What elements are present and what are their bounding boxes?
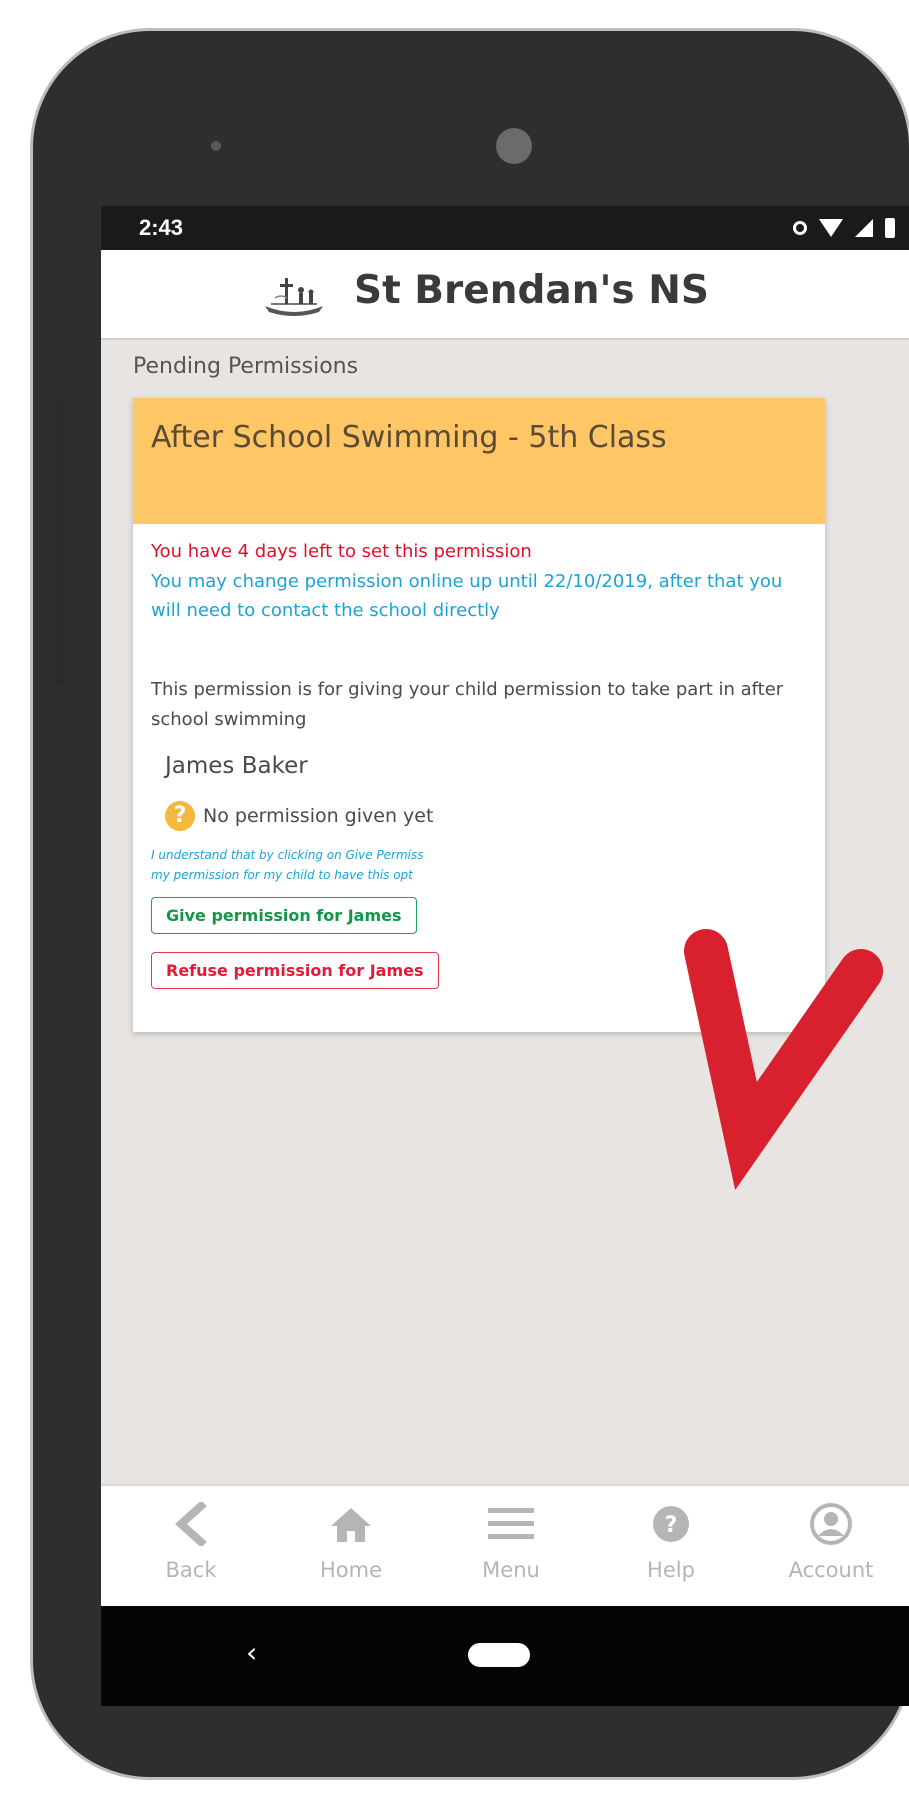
menu-icon bbox=[488, 1508, 534, 1539]
change-notice: You may change permission online up unti… bbox=[151, 571, 783, 621]
section-heading: Pending Permissions bbox=[133, 354, 359, 379]
system-back-icon[interactable]: ‹ bbox=[246, 1636, 257, 1669]
question-icon: ? bbox=[165, 801, 195, 831]
back-chevron-icon bbox=[175, 1502, 207, 1546]
signal-icon bbox=[855, 219, 873, 237]
nav-help[interactable]: ? Help bbox=[601, 1498, 741, 1582]
account-icon bbox=[810, 1503, 852, 1545]
agreement-line-2: my permission for my child to have this … bbox=[151, 868, 413, 882]
sync-icon bbox=[793, 221, 807, 235]
status-time: 2:43 bbox=[139, 215, 184, 240]
nav-account-label: Account bbox=[788, 1558, 874, 1582]
system-navigation-bar: ‹ bbox=[101, 1606, 909, 1706]
bottom-navigation: Back Home Menu ? Help Account bbox=[101, 1484, 909, 1608]
school-logo-icon bbox=[265, 278, 323, 316]
nav-home[interactable]: Home bbox=[281, 1498, 421, 1582]
nav-home-label: Home bbox=[319, 1558, 382, 1582]
nav-back-label: Back bbox=[165, 1558, 217, 1582]
home-icon bbox=[331, 1508, 371, 1542]
phone-frame: 2:43 St Brendan's NS Pending Permissions… bbox=[30, 28, 909, 1780]
app-header: St Brendan's NS bbox=[101, 250, 909, 340]
red-arrow-annotation bbox=[684, 929, 883, 1191]
system-home-pill[interactable] bbox=[468, 1643, 530, 1667]
permission-description: This permission is for giving your child… bbox=[151, 679, 784, 730]
phone-sensor-dot bbox=[211, 141, 221, 151]
permission-status-text: No permission given yet bbox=[203, 805, 434, 827]
phone-screen: 2:43 St Brendan's NS Pending Permissions… bbox=[101, 206, 909, 1706]
help-icon: ? bbox=[653, 1506, 689, 1542]
give-permission-button[interactable]: Give permission for James bbox=[151, 897, 417, 934]
permission-card-body: You have 4 days left to set this permiss… bbox=[133, 524, 825, 989]
permission-status: ? No permission given yet bbox=[165, 801, 807, 831]
svg-text:?: ? bbox=[665, 1513, 678, 1538]
nav-back[interactable]: Back bbox=[121, 1498, 261, 1582]
battery-icon bbox=[885, 218, 895, 238]
deadline-warning: You have 4 days left to set this permiss… bbox=[151, 541, 532, 562]
nav-account[interactable]: Account bbox=[761, 1498, 901, 1582]
agreement-line-1: I understand that by clicking on Give Pe… bbox=[151, 848, 424, 862]
phone-side-button bbox=[55, 401, 65, 686]
child-name: James Baker bbox=[165, 753, 308, 779]
app-title: St Brendan's NS bbox=[354, 268, 709, 313]
wifi-icon bbox=[819, 219, 843, 237]
refuse-permission-button[interactable]: Refuse permission for James bbox=[151, 952, 439, 989]
status-icons bbox=[793, 216, 895, 240]
permission-card-header: After School Swimming - 5th Class bbox=[133, 398, 825, 524]
nav-menu-label: Menu bbox=[482, 1558, 540, 1582]
permission-title: After School Swimming - 5th Class bbox=[151, 420, 667, 455]
nav-help-label: Help bbox=[647, 1558, 695, 1582]
phone-camera bbox=[496, 128, 532, 164]
nav-menu[interactable]: Menu bbox=[441, 1498, 581, 1582]
status-bar: 2:43 bbox=[101, 206, 909, 250]
agreement-text: I understand that by clicking on Give Pe… bbox=[151, 845, 807, 885]
